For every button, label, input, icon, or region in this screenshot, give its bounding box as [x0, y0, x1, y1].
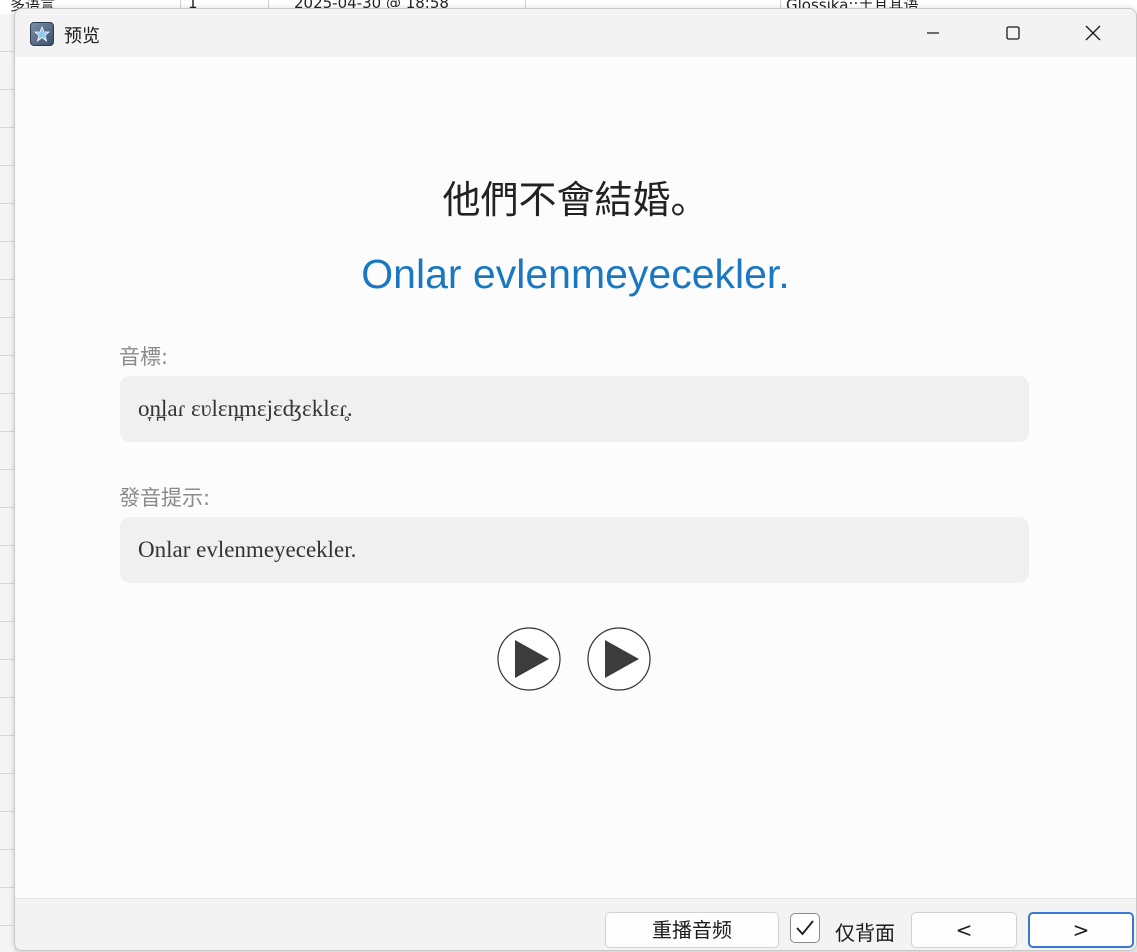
window-title: 预览: [64, 26, 100, 47]
play-icon: [497, 627, 561, 691]
back-only-checkbox[interactable]: [790, 913, 820, 943]
card-preview-area: 他們不會結婚。 Onlar evlenmeyecekler. 音標: o̞n̪l…: [15, 57, 1136, 898]
close-button[interactable]: [1053, 9, 1133, 57]
back-only-label[interactable]: 仅背面: [835, 917, 895, 946]
ipa-label: 音標:: [119, 345, 169, 369]
pronunciation-hint-box: Onlar evlenmeyecekler.: [120, 517, 1029, 583]
close-icon: [1085, 25, 1101, 41]
previous-button[interactable]: <: [911, 912, 1017, 948]
app-icon: [30, 22, 54, 46]
checkmark-icon: [796, 920, 814, 936]
ipa-value-box: o̞n̪laɾ ɛʋlɛn̪mɛjɛʤɛklɛɾ̥.: [120, 376, 1029, 442]
preview-window: 预览 他們不會結婚。 Onlar evlenmeyecekler. 音標: o̞…: [14, 8, 1137, 951]
play-audio-button-1[interactable]: [497, 627, 561, 691]
card-front-text: 他們不會結婚。: [442, 178, 709, 222]
title-bar[interactable]: 预览: [15, 9, 1136, 57]
minimize-icon: [927, 32, 939, 34]
background-grid: [0, 14, 14, 952]
next-button[interactable]: >: [1028, 912, 1134, 948]
card-back-text: Onlar evlenmeyecekler.: [361, 251, 790, 297]
play-audio-button-2[interactable]: [587, 627, 651, 691]
minimize-button[interactable]: [893, 9, 973, 57]
pronunciation-hint-label: 發音提示:: [119, 486, 211, 510]
play-icon: [587, 627, 651, 691]
bottom-toolbar: 重播音频 仅背面 < >: [15, 898, 1136, 950]
maximize-icon: [1006, 26, 1020, 40]
maximize-button[interactable]: [973, 9, 1053, 57]
replay-audio-button[interactable]: 重播音频: [605, 912, 779, 948]
